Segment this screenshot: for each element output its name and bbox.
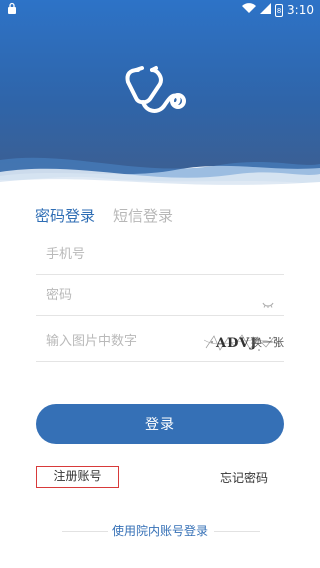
hospital-account-login-label[interactable]: 使用院内账号登录 — [112, 524, 208, 538]
login-tabs: 密码登录 短信登录 — [35, 205, 173, 226]
password-input[interactable] — [36, 276, 226, 314]
phone-field — [36, 235, 284, 275]
password-field — [36, 276, 284, 316]
phone-input[interactable] — [36, 235, 226, 273]
status-bar: 8 3:10 — [0, 0, 320, 20]
register-link[interactable]: 注册账号 — [36, 466, 119, 488]
clock: 3:10 — [287, 3, 314, 17]
tab-sms-login[interactable]: 短信登录 — [113, 205, 173, 226]
eye-closed-icon[interactable] — [262, 293, 274, 312]
lock-icon — [7, 2, 17, 18]
signal-icon — [260, 3, 272, 17]
login-button[interactable]: 登录 — [36, 404, 284, 444]
captcha-field: ADVJ 换一张 — [36, 322, 284, 362]
refresh-captcha-link[interactable]: 换一张 — [251, 334, 284, 350]
battery-level: 8 — [276, 6, 282, 15]
captcha-input[interactable] — [36, 322, 196, 360]
battery-icon: 8 — [275, 3, 284, 17]
stethoscope-logo-icon — [118, 60, 200, 122]
wifi-icon — [242, 3, 257, 17]
forgot-password-link[interactable]: 忘记密码 — [220, 469, 268, 486]
tab-password-login[interactable]: 密码登录 — [35, 205, 95, 226]
hospital-account-login-link: 使用院内账号登录 — [0, 522, 320, 539]
